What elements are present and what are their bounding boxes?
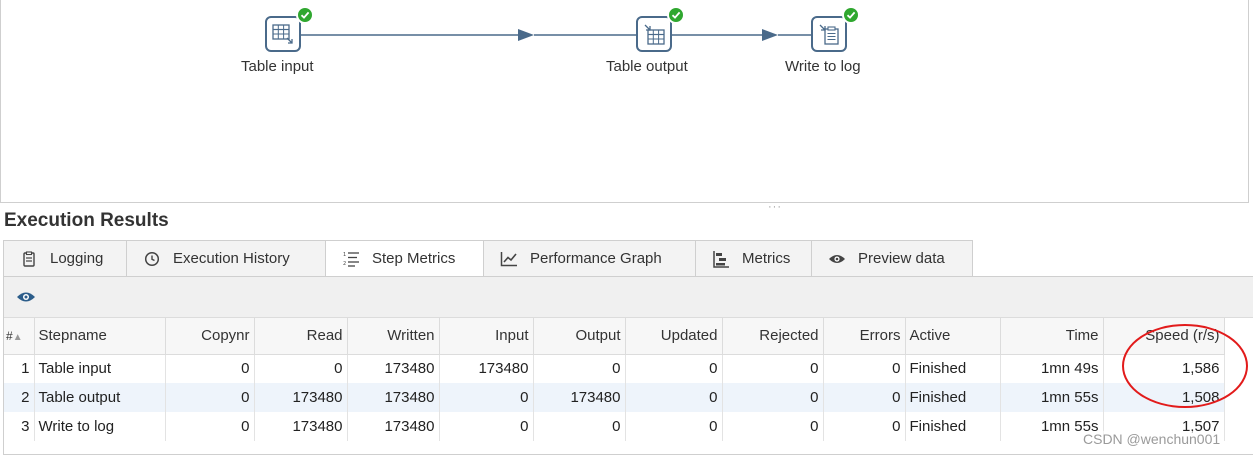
cell-rejected: 0 (722, 383, 824, 412)
tab-logging[interactable]: Logging (3, 240, 126, 277)
column-header-errors[interactable]: Errors (823, 318, 906, 355)
table-row[interactable]: 1 Table input 0 0 173480 173480 0 0 0 0 … (4, 354, 1225, 383)
cell-written: 173480 (347, 383, 440, 412)
metrics-icon (712, 250, 730, 268)
cell-errors: 0 (823, 354, 906, 383)
cell-output: 173480 (533, 383, 626, 412)
cell-index: 1 (4, 354, 35, 383)
logging-icon (20, 250, 38, 268)
tab-label: Preview data (858, 250, 945, 267)
step-label: Table input (241, 58, 314, 75)
column-header-read[interactable]: Read (254, 318, 348, 355)
cell-updated: 0 (625, 383, 723, 412)
cell-index: 3 (4, 412, 35, 441)
tab-label: Logging (50, 250, 104, 267)
cell-time: 1mn 49s (1000, 354, 1104, 383)
column-header-copynr[interactable]: Copynr (165, 318, 255, 355)
success-check-icon (667, 6, 685, 24)
cell-active: Finished (905, 383, 1001, 412)
hop-arrow-2 (762, 29, 778, 41)
tab-step-metrics[interactable]: 12 Step Metrics (325, 240, 483, 277)
tab-execution-history[interactable]: Execution History (126, 240, 325, 277)
cell-read: 0 (254, 354, 348, 383)
tab-label: Step Metrics (372, 250, 456, 267)
step-label: Write to log (785, 58, 861, 75)
table-input-icon[interactable] (265, 16, 301, 52)
cell-input: 0 (439, 383, 534, 412)
success-check-icon (842, 6, 860, 24)
cell-active: Finished (905, 354, 1001, 383)
cell-input: 173480 (439, 354, 534, 383)
table-row[interactable]: 2 Table output 0 173480 173480 0 173480 … (4, 383, 1225, 412)
tab-metrics[interactable]: Metrics (695, 240, 811, 277)
cell-speed: 1,586 (1103, 354, 1225, 383)
cell-active: Finished (905, 412, 1001, 441)
cell-stepname: Write to log (34, 412, 166, 441)
column-header-index[interactable]: #▲ (4, 318, 35, 355)
step-label: Table output (606, 58, 688, 75)
tab-label: Performance Graph (530, 250, 662, 267)
cell-read: 173480 (254, 412, 348, 441)
cell-written: 173480 (347, 412, 440, 441)
cell-speed: 1,508 (1103, 383, 1225, 412)
success-check-icon (296, 6, 314, 24)
cell-read: 173480 (254, 383, 348, 412)
cell-rejected: 0 (722, 412, 824, 441)
cell-written: 173480 (347, 354, 440, 383)
column-header-updated[interactable]: Updated (625, 318, 723, 355)
cell-stepname: Table input (34, 354, 166, 383)
panel-resize-handle[interactable]: ··· (768, 201, 782, 213)
column-header-time[interactable]: Time (1000, 318, 1104, 355)
cell-copynr: 0 (165, 354, 255, 383)
cell-output: 0 (533, 412, 626, 441)
cell-stepname: Table output (34, 383, 166, 412)
tab-preview-data[interactable]: Preview data (811, 240, 973, 277)
history-icon (143, 250, 161, 268)
cell-updated: 0 (625, 354, 723, 383)
column-header-written[interactable]: Written (347, 318, 440, 355)
step-metrics-icon: 12 (342, 250, 360, 268)
column-header-speed[interactable]: Speed (r/s) (1103, 318, 1225, 355)
step-metrics-panel: #▲ Stepname Copynr Read Written Input Ou… (3, 276, 1253, 455)
column-header-rejected[interactable]: Rejected (722, 318, 824, 355)
cell-copynr: 0 (165, 412, 255, 441)
write-to-log-icon[interactable] (811, 16, 847, 52)
execution-results-title: Execution Results (4, 210, 169, 231)
svg-text:1: 1 (343, 252, 346, 258)
cell-output: 0 (533, 354, 626, 383)
step-metrics-table: #▲ Stepname Copynr Read Written Input Ou… (4, 318, 1225, 441)
cell-input: 0 (439, 412, 534, 441)
cell-errors: 0 (823, 412, 906, 441)
cell-rejected: 0 (722, 354, 824, 383)
hop-arrow-1 (518, 29, 534, 41)
table-header-row: #▲ Stepname Copynr Read Written Input Ou… (4, 318, 1225, 355)
tab-label: Metrics (742, 250, 791, 267)
column-header-output[interactable]: Output (533, 318, 626, 355)
cell-errors: 0 (823, 383, 906, 412)
results-tabs: Logging Execution History 12 Step Metric… (3, 240, 973, 277)
cell-index: 2 (4, 383, 35, 412)
graph-icon (500, 250, 518, 268)
eye-icon[interactable] (16, 290, 36, 304)
column-header-stepname[interactable]: Stepname (34, 318, 166, 355)
column-header-input[interactable]: Input (439, 318, 534, 355)
tab-label: Execution History (173, 250, 290, 267)
cell-time: 1mn 55s (1000, 383, 1104, 412)
svg-text:2: 2 (343, 261, 346, 267)
cell-updated: 0 (625, 412, 723, 441)
eye-icon (828, 250, 846, 268)
tab-performance-graph[interactable]: Performance Graph (483, 240, 695, 277)
cell-copynr: 0 (165, 383, 255, 412)
watermark: CSDN @wenchun001 (1083, 431, 1221, 447)
hop-connectors (301, 29, 811, 41)
table-output-icon[interactable] (636, 16, 672, 52)
column-header-active[interactable]: Active (905, 318, 1001, 355)
table-row[interactable]: 3 Write to log 0 173480 173480 0 0 0 0 0… (4, 412, 1225, 441)
transformation-canvas[interactable]: Table input Table output Write to log (0, 0, 1249, 203)
metrics-toolbar (4, 277, 1253, 318)
